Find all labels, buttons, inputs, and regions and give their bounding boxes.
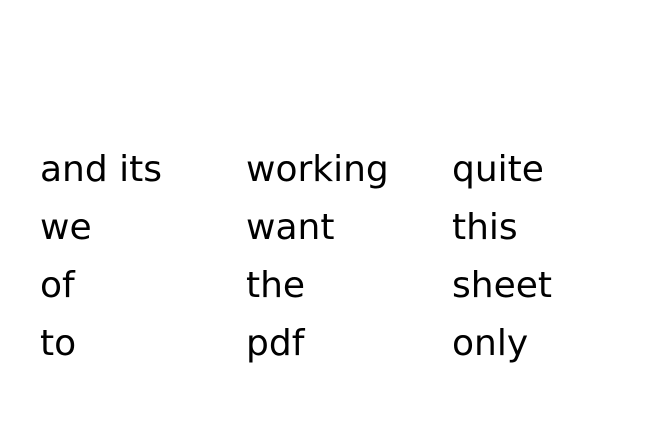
- cell-r3-c1: of: [40, 265, 75, 306]
- cell-r2-c3: this: [452, 207, 518, 248]
- cell-r1-c3: quite: [452, 149, 544, 190]
- cell-r3-c2: the: [246, 265, 306, 306]
- cell-r2-c1: we: [40, 207, 92, 248]
- cell-r1-c2: working: [246, 149, 389, 190]
- cell-r4-c1: to: [40, 323, 77, 364]
- cell-r3-c3: sheet: [452, 265, 552, 306]
- word-grid: and its working quite we want this of th…: [0, 0, 654, 442]
- cell-r1-c1: and its: [40, 149, 163, 190]
- cell-r4-c3: only: [452, 323, 529, 364]
- document-page: and its working quite we want this of th…: [0, 0, 654, 442]
- cell-r2-c2: want: [246, 207, 335, 248]
- cell-r4-c2: pdf: [246, 323, 305, 364]
